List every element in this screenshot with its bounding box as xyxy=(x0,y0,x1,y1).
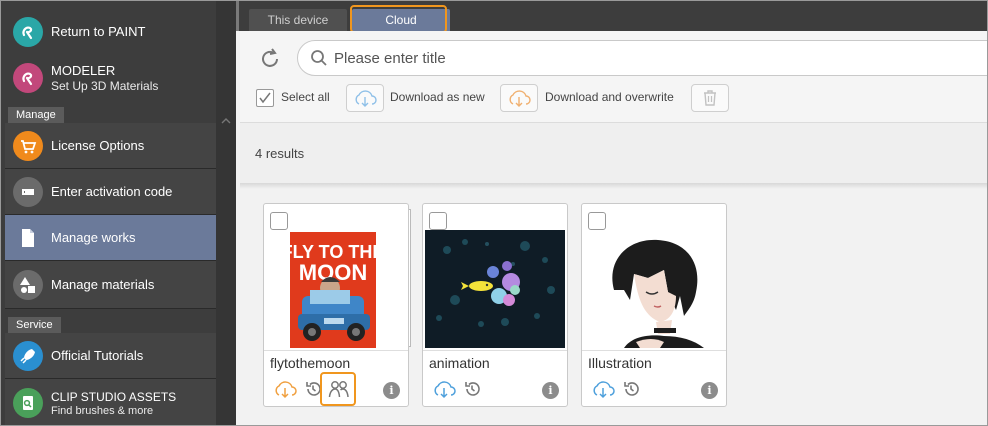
shapes-icon xyxy=(13,269,43,300)
info-icon[interactable]: i xyxy=(542,382,559,399)
trash-icon xyxy=(704,90,716,106)
results-count: 4 results xyxy=(255,146,305,161)
sidebar: Return to PAINT MODELER Set Up 3D Materi… xyxy=(1,1,216,425)
sidebar-item-clip-studio-assets[interactable]: CLIP STUDIO ASSETS Find brushes & more xyxy=(5,379,216,425)
download-and-overwrite-label: Download and overwrite xyxy=(545,90,674,104)
sidebar-item-modeler[interactable]: MODELER Set Up 3D Materials xyxy=(5,55,216,101)
clip-studio-window: Return to PAINT MODELER Set Up 3D Materi… xyxy=(0,0,988,426)
work-card-flytothemoon[interactable]: FLY TO THE MOON flytothemoon i xyxy=(263,203,409,407)
select-all-label: Select all xyxy=(281,90,330,104)
sidebar-item-label: MODELER xyxy=(51,63,116,78)
section-header-manage: Manage xyxy=(8,107,64,123)
refresh-icon[interactable] xyxy=(258,47,282,71)
sidebar-item-official-tutorials[interactable]: Official Tutorials xyxy=(5,333,216,379)
sidebar-item-label: CLIP STUDIO ASSETS xyxy=(51,390,177,404)
work-title: flytothemoon xyxy=(270,355,351,371)
sidebar-item-label: Official Tutorials xyxy=(51,347,144,363)
history-icon[interactable] xyxy=(463,380,481,398)
work-title: animation xyxy=(429,355,490,371)
history-icon[interactable] xyxy=(622,380,640,398)
sidebar-item-label: Manage materials xyxy=(51,276,155,292)
location-tabbar: This device Cloud xyxy=(236,1,987,31)
card-divider xyxy=(264,350,408,351)
sidebar-item-label: Enter activation code xyxy=(51,183,173,199)
sidebar-scrollbar[interactable] xyxy=(216,1,236,425)
download-and-overwrite-button[interactable] xyxy=(500,84,538,112)
cover-title-line1: FLY TO THE xyxy=(282,242,385,262)
main-panel: This device Cloud Select all Download as… xyxy=(236,1,987,425)
scroll-up-arrow-icon[interactable] xyxy=(220,115,232,127)
work-actions xyxy=(431,378,481,400)
results-divider xyxy=(240,183,987,189)
select-all-checkbox[interactable] xyxy=(256,89,274,107)
work-actions xyxy=(272,378,350,400)
sidebar-item-enter-activation-code[interactable]: Enter activation code xyxy=(5,169,216,215)
work-card-illustration[interactable]: Illustration i xyxy=(581,203,727,407)
sidebar-item-label: License Options xyxy=(51,137,145,153)
cart-icon xyxy=(13,130,43,161)
cloud-download-icon xyxy=(355,90,377,107)
section-header-service: Service xyxy=(8,317,61,333)
sidebar-item-label: Manage works xyxy=(51,229,136,245)
delete-button[interactable] xyxy=(691,84,729,112)
card-divider xyxy=(423,350,567,351)
work-thumbnail[interactable] xyxy=(425,230,565,348)
download-as-new-button[interactable] xyxy=(346,84,384,112)
history-icon[interactable] xyxy=(304,380,322,398)
search-icon xyxy=(311,50,327,66)
work-actions xyxy=(590,378,640,400)
sidebar-item-license-options[interactable]: License Options xyxy=(5,123,216,169)
cloud-download-icon[interactable] xyxy=(590,379,616,399)
clip-studio-paint-icon xyxy=(13,17,43,47)
clip-studio-modeler-icon xyxy=(13,63,43,93)
card-divider xyxy=(582,350,726,351)
info-icon[interactable]: i xyxy=(701,382,718,399)
sidebar-item-label: Return to PAINT xyxy=(51,24,146,39)
rocket-icon xyxy=(13,340,43,371)
cloud-download-icon[interactable] xyxy=(431,379,457,399)
sidebar-item-sublabel: Find brushes & more xyxy=(51,405,154,417)
work-select-checkbox[interactable] xyxy=(429,212,447,230)
work-card-animation[interactable]: animation i xyxy=(422,203,568,407)
info-icon[interactable]: i xyxy=(383,382,400,399)
sidebar-item-manage-works[interactable]: Manage works xyxy=(5,215,216,261)
work-thumbnail[interactable]: FLY TO THE MOON xyxy=(266,230,406,348)
works-toolbar: Select all Download as new Download and … xyxy=(240,31,987,123)
tab-this-device[interactable]: This device xyxy=(249,9,347,31)
download-as-new-label: Download as new xyxy=(390,90,485,104)
ticket-icon xyxy=(13,176,43,207)
checkmark-icon xyxy=(259,92,271,104)
work-title: Illustration xyxy=(588,355,652,371)
cloud-download-icon[interactable] xyxy=(272,379,298,399)
shared-users-icon[interactable] xyxy=(328,379,350,399)
document-icon xyxy=(13,223,43,253)
sidebar-item-return-to-paint[interactable]: Return to PAINT xyxy=(5,9,216,55)
search-box[interactable] xyxy=(297,40,987,76)
work-select-checkbox[interactable] xyxy=(588,212,606,230)
assets-icon xyxy=(13,388,43,418)
cloud-overwrite-icon xyxy=(509,90,531,107)
work-thumbnail[interactable] xyxy=(584,230,724,348)
results-bar: 4 results xyxy=(240,123,987,185)
search-input[interactable] xyxy=(334,49,934,67)
sidebar-item-sublabel: Set Up 3D Materials xyxy=(51,79,159,93)
work-select-checkbox[interactable] xyxy=(270,212,288,230)
sidebar-item-manage-materials[interactable]: Manage materials xyxy=(5,261,216,309)
tab-cloud[interactable]: Cloud xyxy=(352,9,450,31)
